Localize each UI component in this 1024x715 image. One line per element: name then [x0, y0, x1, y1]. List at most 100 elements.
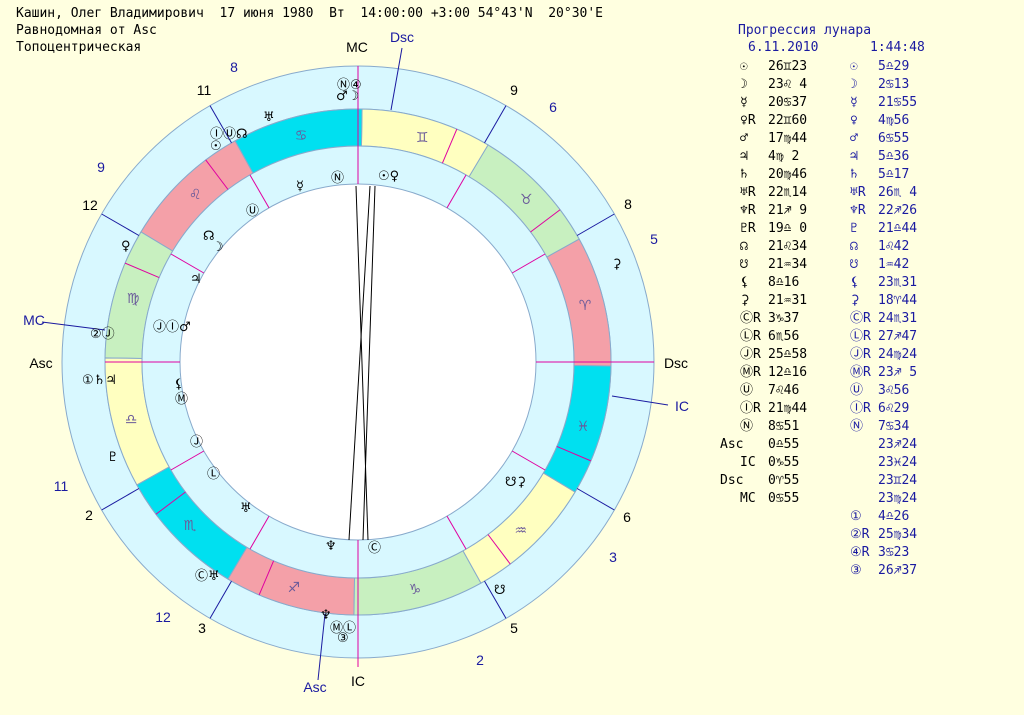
progressed-position: 22♐26 [878, 203, 918, 218]
progressed-planet-symbol: ⒿR [850, 347, 871, 362]
planet-glyph: ☋⚳ [505, 475, 526, 490]
natal-planet-symbol: ☽ [740, 77, 748, 92]
progressed-planet-symbol: ⒸR [850, 311, 871, 326]
progressed-position: 26♐37 [878, 563, 918, 578]
natal-planet-symbol: ⒿR [740, 347, 761, 362]
zodiac-sign-glyph: ♉ [520, 192, 533, 208]
zodiac-sign-glyph: ♏ [184, 518, 197, 534]
zodiac-sign-glyph: ♓ [577, 419, 590, 435]
progressed-position: 2♋13 [878, 77, 910, 92]
natal-position: 8♎16 [768, 275, 800, 290]
zodiac-sign-glyph: ♎ [125, 412, 138, 428]
outer-house-number: 5 [650, 231, 658, 247]
planet-glyph: ♂☽ [336, 89, 359, 104]
progressed-position: 3♌56 [878, 383, 910, 398]
planet-glyph: ⒿⒾ♂ [153, 320, 191, 335]
outer-house-number: 3 [609, 549, 617, 565]
progressed-planet-symbol: ⚸ [850, 275, 860, 290]
progressed-planet-symbol: Ⓤ [850, 383, 864, 398]
natal-position: 21♍44 [768, 401, 808, 416]
outer-mc-label: MC [23, 312, 45, 328]
natal-house-number: 3 [198, 620, 206, 636]
progressed-planet-symbol: ⒾR [850, 401, 871, 416]
progressed-planet-symbol: ⓁR [850, 329, 871, 344]
dsc-label: Dsc [664, 355, 688, 371]
planet-glyph: ☋ [494, 583, 506, 598]
progressed-planet-symbol: ♇ [850, 221, 858, 236]
progressed-planet-symbol: ☿ [850, 95, 858, 110]
natal-planet-symbol: ♄ [740, 167, 748, 182]
progressed-position: 25♍34 [878, 527, 918, 542]
progressed-position: 23♊24 [878, 473, 918, 488]
progressed-position: 5♎36 [878, 149, 910, 164]
progressed-planet-symbol: ②R [850, 527, 870, 542]
planet-glyph: ①♄♃ [82, 373, 117, 388]
planet-glyph: Ⓝ [331, 171, 344, 186]
natal-planet-symbol: ♂ [740, 131, 748, 146]
natal-house-number: 5 [510, 620, 518, 636]
natal-position: 20♍46 [768, 167, 808, 182]
planet-glyph: ♅ [240, 501, 252, 516]
natal-planet-symbol: ☊ [740, 239, 748, 254]
planet-glyph: Ⓜ [175, 392, 188, 407]
planet-glyph: ☽ [212, 240, 224, 255]
natal-house-number: 9 [510, 82, 518, 98]
natal-planet-symbol: MC [740, 491, 756, 506]
progressed-position: 23♐24 [878, 437, 918, 452]
natal-planet-symbol: ♀R [740, 113, 756, 128]
natal-position: 12♎16 [768, 365, 808, 380]
zodiac-sign-glyph: ♍ [127, 291, 140, 307]
progressed-position: 6♌29 [878, 401, 910, 416]
ic-label: IC [351, 673, 365, 689]
natal-planet-symbol: Ⓝ [740, 419, 754, 434]
planet-glyph: Ⓙ [190, 435, 203, 450]
outer-house-number: 12 [155, 609, 171, 625]
progressed-planet-symbol: ☋ [850, 257, 858, 272]
progressed-position: 23♓24 [878, 455, 918, 470]
natal-planet-symbol: Asc [720, 437, 744, 452]
natal-planet-symbol: ⓂR [740, 365, 761, 380]
natal-planet-symbol: ⓁR [740, 329, 761, 344]
planet-glyph: Ⓒ [368, 541, 381, 556]
mc-label: MC [346, 39, 368, 55]
zodiac-sign-glyph: ♊ [416, 130, 429, 146]
progressed-planet-symbol: Ⓝ [850, 419, 864, 434]
progressed-planet-symbol: ☉ [850, 59, 858, 74]
progressed-planet-symbol: ♃ [850, 149, 858, 164]
natal-position: 19♎ 0 [768, 221, 808, 236]
natal-position: 0♋55 [768, 491, 800, 506]
planet-glyph: ②Ⓙ [90, 327, 115, 342]
natal-position: 21♐ 9 [768, 203, 808, 218]
natal-position: 20♋37 [768, 95, 808, 110]
outer-asc-label: Asc [303, 679, 326, 695]
progressed-position: 1♌42 [878, 239, 910, 254]
progressed-position: 24♍24 [878, 347, 918, 362]
natal-planet-symbol: ♃ [740, 149, 748, 164]
progressed-position: 27♐47 [878, 329, 918, 344]
progressed-position: 4♍56 [878, 113, 910, 128]
planet-glyph: ⚳ [612, 257, 622, 272]
natal-position: 3♑37 [768, 311, 800, 326]
natal-house-number: 2 [85, 507, 93, 523]
planet-glyph: ⚸ [174, 377, 184, 392]
natal-position: 21♒31 [768, 293, 808, 308]
progressed-position: 23♍24 [878, 491, 918, 506]
progressed-position: 5♎29 [878, 59, 910, 74]
planet-glyph: Ⓛ [207, 467, 220, 482]
natal-position: 22♊60 [768, 113, 808, 128]
progressed-planet-symbol: ♆R [850, 203, 866, 218]
progressed-position: 5♎17 [878, 167, 910, 182]
natal-position: 0♎55 [768, 437, 800, 452]
planet-glyph: ♅ [263, 110, 275, 125]
progressed-position: 7♋34 [878, 419, 910, 434]
natal-position: 26♊23 [768, 59, 808, 74]
natal-planet-symbol: ☿ [740, 95, 748, 110]
natal-planet-symbol: ☋ [740, 257, 748, 272]
natal-position: 0♈55 [768, 473, 800, 488]
progressed-position: 26♏ 4 [878, 185, 918, 200]
planet-glyph: ♆ [325, 539, 337, 554]
zodiac-sign-glyph: ♋ [295, 128, 308, 144]
natal-house-number: 8 [624, 196, 632, 212]
progressed-planet-symbol: ③ [850, 563, 862, 578]
natal-position: 6♏56 [768, 329, 800, 344]
